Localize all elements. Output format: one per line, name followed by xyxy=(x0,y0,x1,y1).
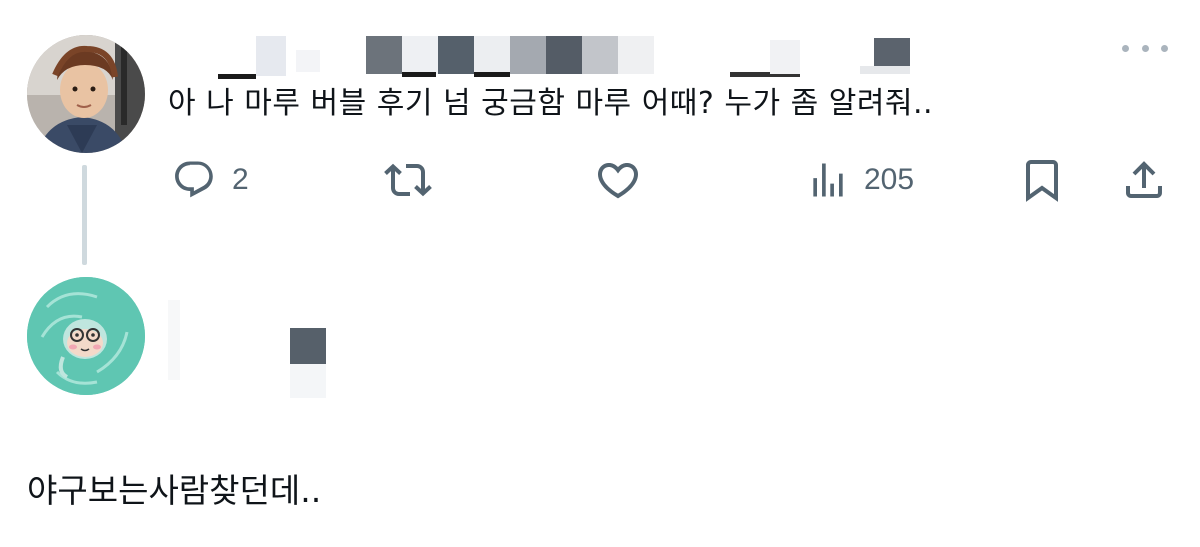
views-chart-icon xyxy=(813,163,843,197)
bookmark-icon xyxy=(1026,160,1058,202)
views-button[interactable]: 205 xyxy=(806,155,914,205)
retweet-icon xyxy=(384,163,432,197)
reply-bubble-icon xyxy=(175,161,213,198)
views-count: 205 xyxy=(864,163,915,196)
retweet-button[interactable] xyxy=(383,155,433,205)
reply-count: 2 xyxy=(232,163,249,196)
user-avatar[interactable] xyxy=(27,35,145,153)
share-icon xyxy=(1126,161,1162,198)
bookmark-button[interactable] xyxy=(1018,155,1066,205)
tweet-text: 아 나 마루 버블 후기 넘 궁금함 마루 어때? 누가 좀 알려줘.. xyxy=(168,86,934,121)
reply-user-avatar[interactable] xyxy=(27,277,145,395)
like-button[interactable] xyxy=(594,155,642,205)
avatar-photo xyxy=(27,35,145,153)
more-dots-icon[interactable] xyxy=(1122,38,1168,58)
avatar-illustration xyxy=(27,277,145,395)
share-button[interactable] xyxy=(1120,155,1168,205)
thread-connector-line xyxy=(82,165,87,265)
heart-icon xyxy=(597,163,639,199)
reply-text: 야구보는사람찾던데.. xyxy=(27,471,322,510)
reply-button[interactable]: 2 xyxy=(170,155,249,205)
